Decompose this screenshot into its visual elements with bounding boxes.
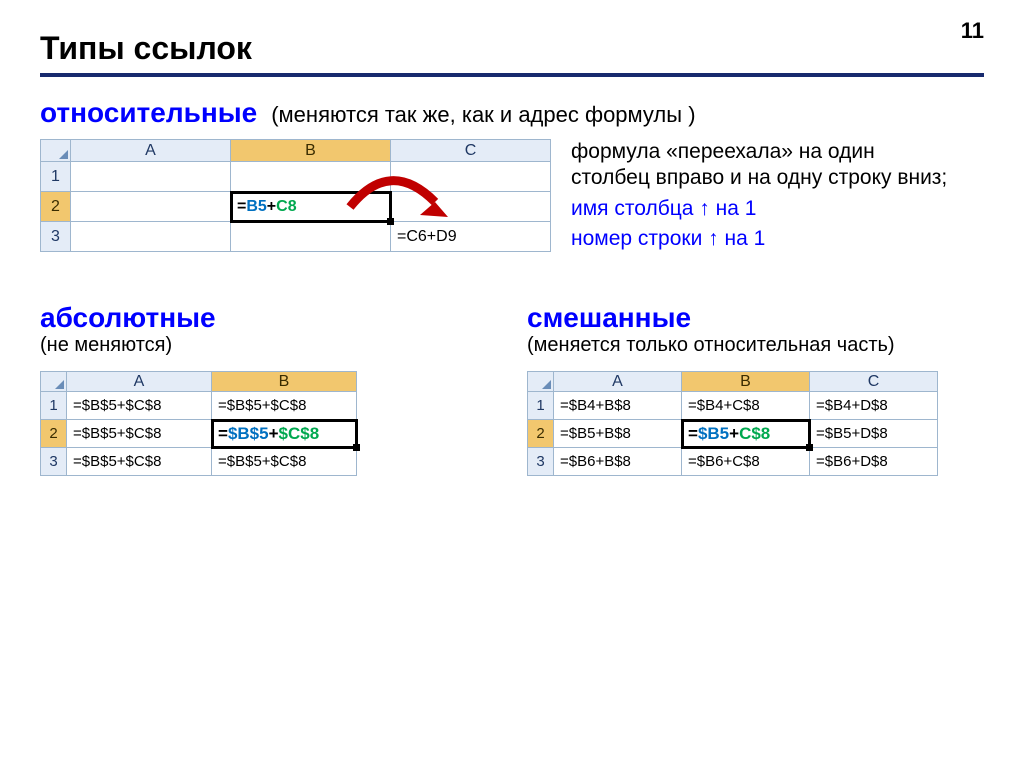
relative-paren: (меняются так же, как и адрес формулы ): [271, 102, 695, 128]
cell: =$B$5+$C$8: [212, 448, 357, 476]
col-header: B: [212, 372, 357, 392]
row-header: 1: [528, 392, 554, 420]
col-header: A: [71, 140, 231, 162]
col-header: C: [391, 140, 551, 162]
col-header: B: [231, 140, 391, 162]
col-header: A: [554, 372, 682, 392]
cell-text: =: [218, 424, 228, 443]
sheet-corner: [41, 372, 67, 392]
sheet-corner: [528, 372, 554, 392]
absolute-heading: абсолютные: [40, 302, 497, 334]
row-header: 2: [41, 192, 71, 222]
cell: =$B$5+$C$8: [212, 392, 357, 420]
absolute-paren: (не меняются): [40, 334, 497, 357]
cell-text: =: [237, 198, 246, 215]
sheet-corner: [41, 140, 71, 162]
row-header: 3: [41, 222, 71, 252]
cell: =$B6+C$8: [682, 448, 810, 476]
ref: $B$5: [228, 424, 269, 443]
cell: [71, 192, 231, 222]
cell: =$B$5+$C$8: [67, 392, 212, 420]
fill-handle: [387, 218, 394, 225]
fill-handle: [806, 444, 813, 451]
cell: =$B4+D$8: [810, 392, 938, 420]
cell: [231, 222, 391, 252]
col-header: A: [67, 372, 212, 392]
cell: =$B$5+$C$8: [67, 420, 212, 448]
row-header: 2: [41, 420, 67, 448]
cell-text: +: [729, 424, 739, 443]
side-blue-line: имя столбца ↑ на 1: [571, 196, 951, 222]
ref-c8: C8: [276, 198, 296, 215]
page-number: 11: [961, 18, 984, 44]
row-header: 3: [528, 448, 554, 476]
fill-handle: [353, 444, 360, 451]
cell-text: +: [269, 424, 279, 443]
row-header: 3: [41, 448, 67, 476]
active-cell: =B5+C8: [231, 192, 391, 222]
cell: =$B4+B$8: [554, 392, 682, 420]
page-title: Типы ссылок: [40, 30, 984, 67]
row-header: 1: [41, 162, 71, 192]
cell-text: +: [267, 198, 276, 215]
active-cell: =$B$5+$C$8: [212, 420, 357, 448]
col-header: B: [682, 372, 810, 392]
cell: [71, 162, 231, 192]
cell: =$B6+D$8: [810, 448, 938, 476]
relative-header: относительные (меняются так же, как и ад…: [40, 97, 984, 129]
mixed-sheet: A B C 1 =$B4+B$8 =$B4+C$8 =$B4+D$8 2 =$B…: [527, 371, 938, 476]
cell: =$B$5+$C$8: [67, 448, 212, 476]
relative-sheet-wrap: A B C 1 2 =B5+C8 3: [40, 139, 551, 252]
ref: C$8: [739, 424, 770, 443]
cell: =C6+D9: [391, 222, 551, 252]
row-header: 1: [41, 392, 67, 420]
cell: =$B6+B$8: [554, 448, 682, 476]
cell: [71, 222, 231, 252]
mixed-paren: (меняется только относительная часть): [527, 334, 984, 357]
cell-text: =: [688, 424, 698, 443]
row-header: 2: [528, 420, 554, 448]
ref: $C$8: [279, 424, 320, 443]
cell: [391, 192, 551, 222]
ref-b5: B5: [246, 198, 266, 215]
cell: =$B5+D$8: [810, 420, 938, 448]
cell: =$B5+B$8: [554, 420, 682, 448]
cell: [391, 162, 551, 192]
ref: $B5: [698, 424, 729, 443]
mixed-column: смешанные (меняется только относительная…: [527, 302, 984, 476]
col-header: C: [810, 372, 938, 392]
relative-side-text: формула «переехала» на один столбец впра…: [571, 139, 951, 252]
relative-heading: относительные: [40, 97, 257, 129]
mixed-heading: смешанные: [527, 302, 984, 334]
active-cell: =$B5+C$8: [682, 420, 810, 448]
cell: =$B4+C$8: [682, 392, 810, 420]
title-divider: [40, 73, 984, 77]
relative-sheet: A B C 1 2 =B5+C8 3: [40, 139, 551, 252]
side-blue-line: номер строки ↑ на 1: [571, 226, 951, 252]
side-line: формула «переехала» на один столбец впра…: [571, 139, 951, 192]
absolute-sheet: A B 1 =$B$5+$C$8 =$B$5+$C$8 2 =$B$5+$C$8…: [40, 371, 357, 476]
absolute-column: абсолютные (не меняются) A B 1 =$B$5+$C$…: [40, 302, 497, 476]
cell: [231, 162, 391, 192]
